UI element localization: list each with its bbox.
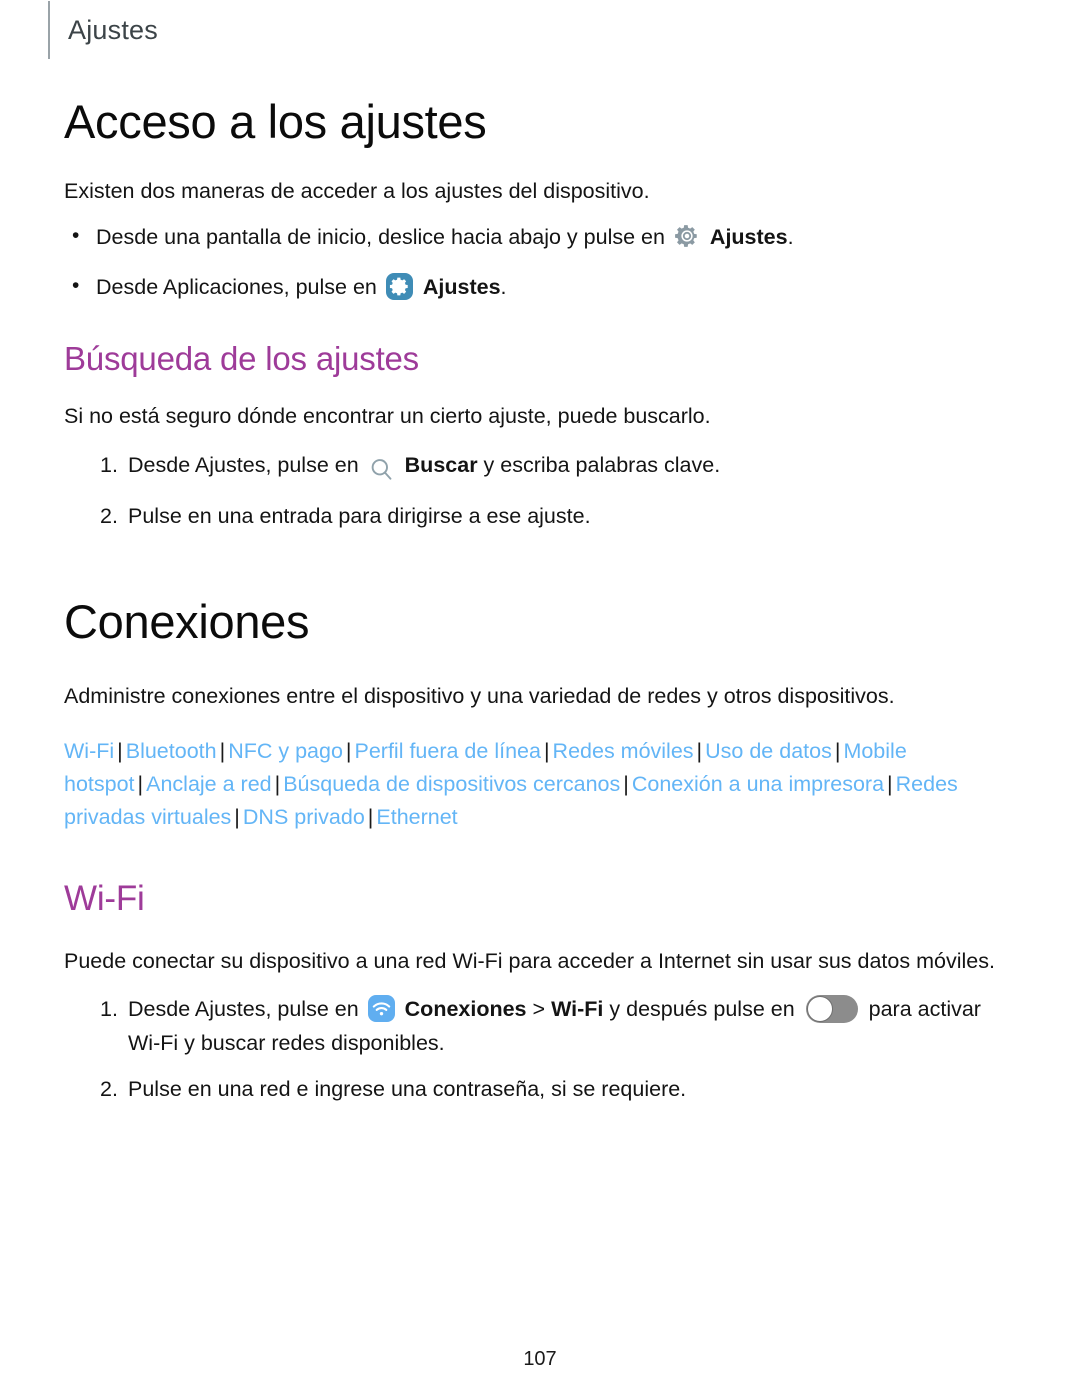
link-bluetooth[interactable]: Bluetooth [126, 739, 217, 763]
wifi-intro-paragraph: Puede conectar su dispositivo a una red … [64, 948, 995, 973]
link-anclaje-a-red[interactable]: Anclaje a red [146, 772, 272, 796]
step-bold-label-wifi: Wi-Fi [551, 997, 604, 1022]
section-heading-conexiones: Conexiones [64, 594, 310, 648]
toggle-switch-icon[interactable] [805, 995, 858, 1024]
step-chevron: > [532, 997, 546, 1022]
link-nfc-y-pago[interactable]: NFC y pago [228, 739, 343, 763]
settings-app-icon [385, 272, 413, 300]
list-item: Desde Ajustes, pulse en Conexiones > Wi-… [64, 993, 1016, 1061]
bullet-text-after: . [787, 225, 794, 250]
step-bold-label-conexiones: Conexiones [404, 997, 527, 1022]
list-item: Desde Aplicaciones, pulse en Ajustes. [64, 270, 1016, 304]
toggle-knob [806, 996, 833, 1023]
link-separator: | [219, 738, 226, 763]
link-separator: | [234, 805, 240, 830]
step-bold-label: Buscar [404, 452, 478, 477]
link-conexion-a-una-impresora[interactable]: Conexión a una impresora [632, 772, 884, 796]
list-item: Desde una pantalla de inicio, deslice ha… [64, 220, 1016, 259]
link-separator: | [543, 738, 550, 763]
link-separator: | [137, 772, 144, 797]
busqueda-intro-paragraph: Si no está seguro dónde encontrar un cie… [64, 403, 711, 428]
bullet-text-before: Desde Aplicaciones, pulse en [96, 274, 377, 299]
list-item: Pulse en una red e ingrese una contraseñ… [64, 1073, 1016, 1107]
bullet-bold-label: Ajustes [422, 274, 501, 299]
link-ethernet[interactable]: Ethernet [376, 805, 457, 829]
running-header: Ajustes [48, 0, 158, 60]
gear-icon [674, 223, 700, 259]
step-text-before: Desde Ajustes, pulse en [128, 997, 359, 1022]
link-separator: | [887, 772, 893, 797]
link-busqueda-dispositivos-cercanos[interactable]: Búsqueda de dispositivos cercanos [283, 772, 620, 796]
bullet-text-after: . [500, 274, 507, 299]
conexiones-link-nav: Wi-Fi | Bluetooth | NFC y pago | Perfil fuera … [64, 735, 1016, 835]
step-text: Pulse en una red e ingrese una contraseñ… [128, 1077, 687, 1102]
link-separator: | [117, 738, 123, 763]
wifi-app-icon [367, 995, 395, 1023]
link-uso-de-datos[interactable]: Uso de datos [705, 739, 832, 763]
wifi-step-list: Desde Ajustes, pulse en Conexiones > Wi-… [64, 993, 1016, 1107]
link-separator: | [696, 738, 703, 763]
link-separator: | [834, 738, 841, 763]
search-icon [368, 454, 395, 488]
step-text-middle: y después pulse en [609, 997, 795, 1022]
busqueda-step-list: Desde Ajustes, pulse en Buscar y escriba… [64, 449, 1016, 534]
section-heading-busqueda: Búsqueda de los ajustes [64, 339, 419, 377]
list-item: Desde Ajustes, pulse en Buscar y escriba… [64, 449, 1016, 488]
section-heading-acceso: Acceso a los ajustes [64, 95, 487, 148]
link-separator: | [623, 772, 629, 797]
list-item: Pulse en una entrada para dirigirse a es… [64, 500, 1016, 534]
acceso-intro-paragraph: Existen dos maneras de acceder a los aju… [64, 178, 650, 203]
link-wifi[interactable]: Wi-Fi [64, 739, 114, 763]
bullet-bold-label: Ajustes [709, 225, 788, 250]
conexiones-intro-paragraph: Administre conexiones entre el dispositi… [64, 684, 895, 709]
header-divider-rule [48, 1, 50, 59]
link-redes-moviles[interactable]: Redes móviles [553, 739, 694, 763]
step-text: Pulse en una entrada para dirigirse a es… [128, 503, 591, 528]
page-number: 107 [523, 1348, 557, 1370]
bullet-text-before: Desde una pantalla de inicio, deslice ha… [96, 225, 665, 250]
section-heading-wifi: Wi-Fi [64, 878, 145, 918]
header-title: Ajustes [68, 14, 158, 45]
acceso-bullet-list: Desde una pantalla de inicio, deslice ha… [64, 220, 1016, 304]
page-content: Acceso a los ajustes Existen dos maneras… [64, 95, 1016, 1119]
link-dns-privado[interactable]: DNS privado [243, 805, 365, 829]
link-separator: | [345, 738, 352, 763]
link-separator: | [367, 805, 374, 830]
link-perfil-fuera-de-linea[interactable]: Perfil fuera de línea [355, 739, 541, 763]
step-text-after: y escriba palabras clave. [483, 452, 721, 477]
link-separator: | [274, 772, 281, 797]
step-text-before: Desde Ajustes, pulse en [128, 452, 359, 477]
